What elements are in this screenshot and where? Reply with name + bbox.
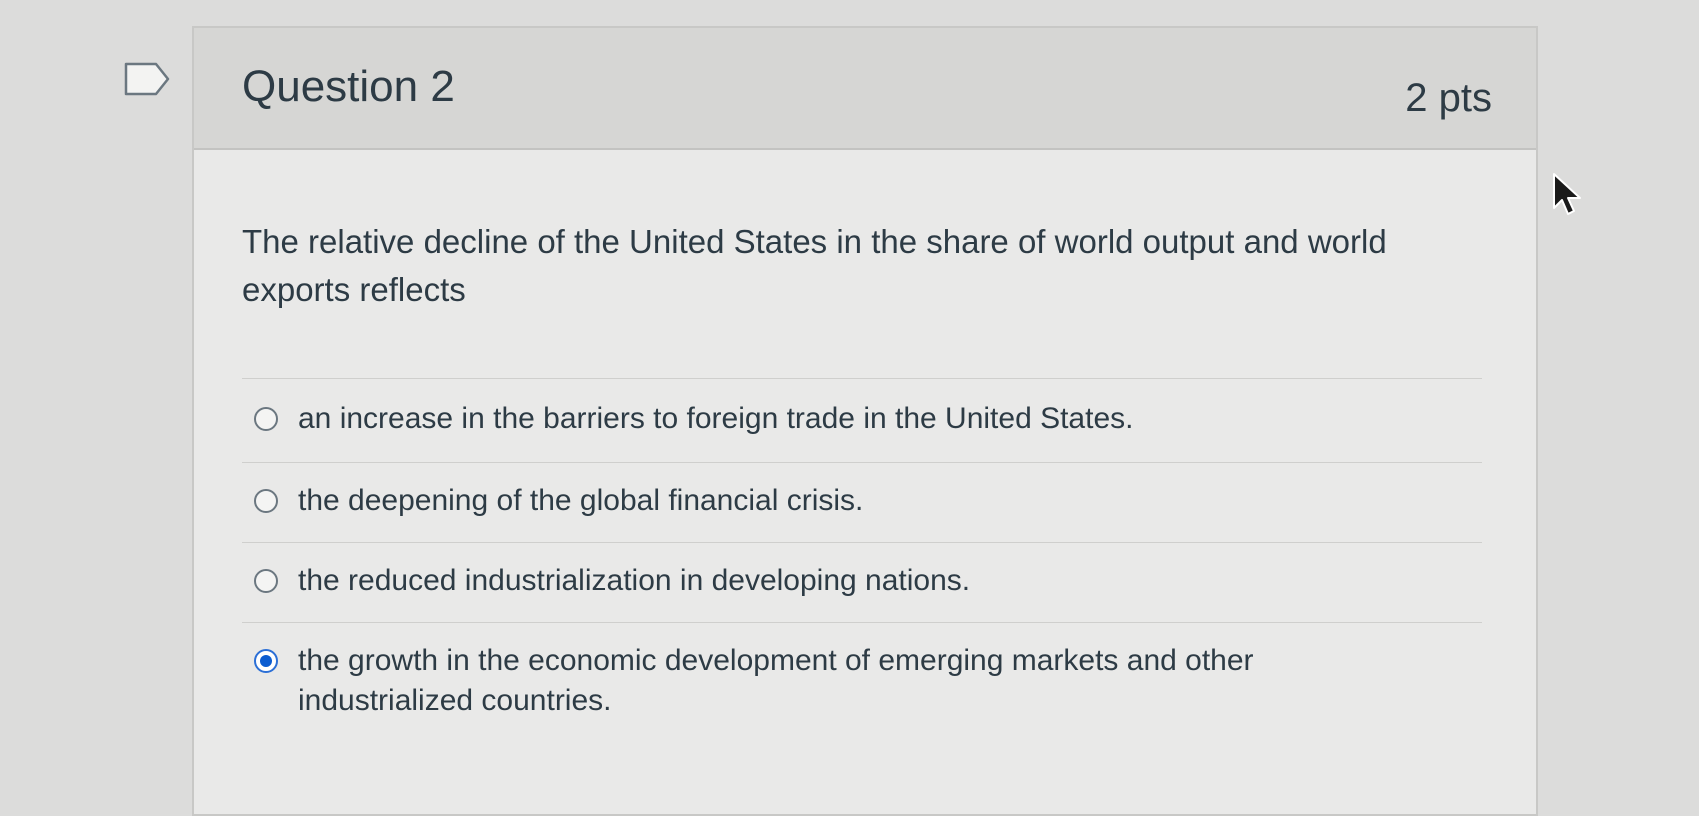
answer-label[interactable]: the reduced industrialization in develop… — [298, 561, 1398, 601]
answer-label[interactable]: an increase in the barriers to foreign t… — [298, 399, 1398, 439]
radio-button[interactable] — [254, 407, 278, 431]
mouse-cursor-icon — [1552, 172, 1584, 220]
answer-option[interactable]: the growth in the economic development o… — [242, 622, 1482, 752]
answer-label[interactable]: the growth in the economic development o… — [298, 641, 1398, 721]
answer-label[interactable]: the deepening of the global financial cr… — [298, 481, 1398, 521]
question-card: Question 2 2 pts The relative decline of… — [192, 26, 1538, 816]
answer-option[interactable]: the deepening of the global financial cr… — [242, 462, 1482, 542]
radio-button[interactable] — [254, 489, 278, 513]
question-title: Question 2 — [242, 62, 455, 111]
radio-button[interactable] — [254, 569, 278, 593]
question-text: The relative decline of the United State… — [242, 223, 1387, 308]
flag-question-icon[interactable] — [124, 62, 170, 96]
answer-option[interactable]: an increase in the barriers to foreign t… — [242, 378, 1482, 462]
answer-list: an increase in the barriers to foreign t… — [242, 378, 1482, 752]
answer-option[interactable]: the reduced industrialization in develop… — [242, 542, 1482, 622]
question-header: Question 2 2 pts — [194, 28, 1536, 150]
radio-button-selected[interactable] — [254, 649, 278, 673]
question-points: 2 pts — [1405, 76, 1492, 120]
